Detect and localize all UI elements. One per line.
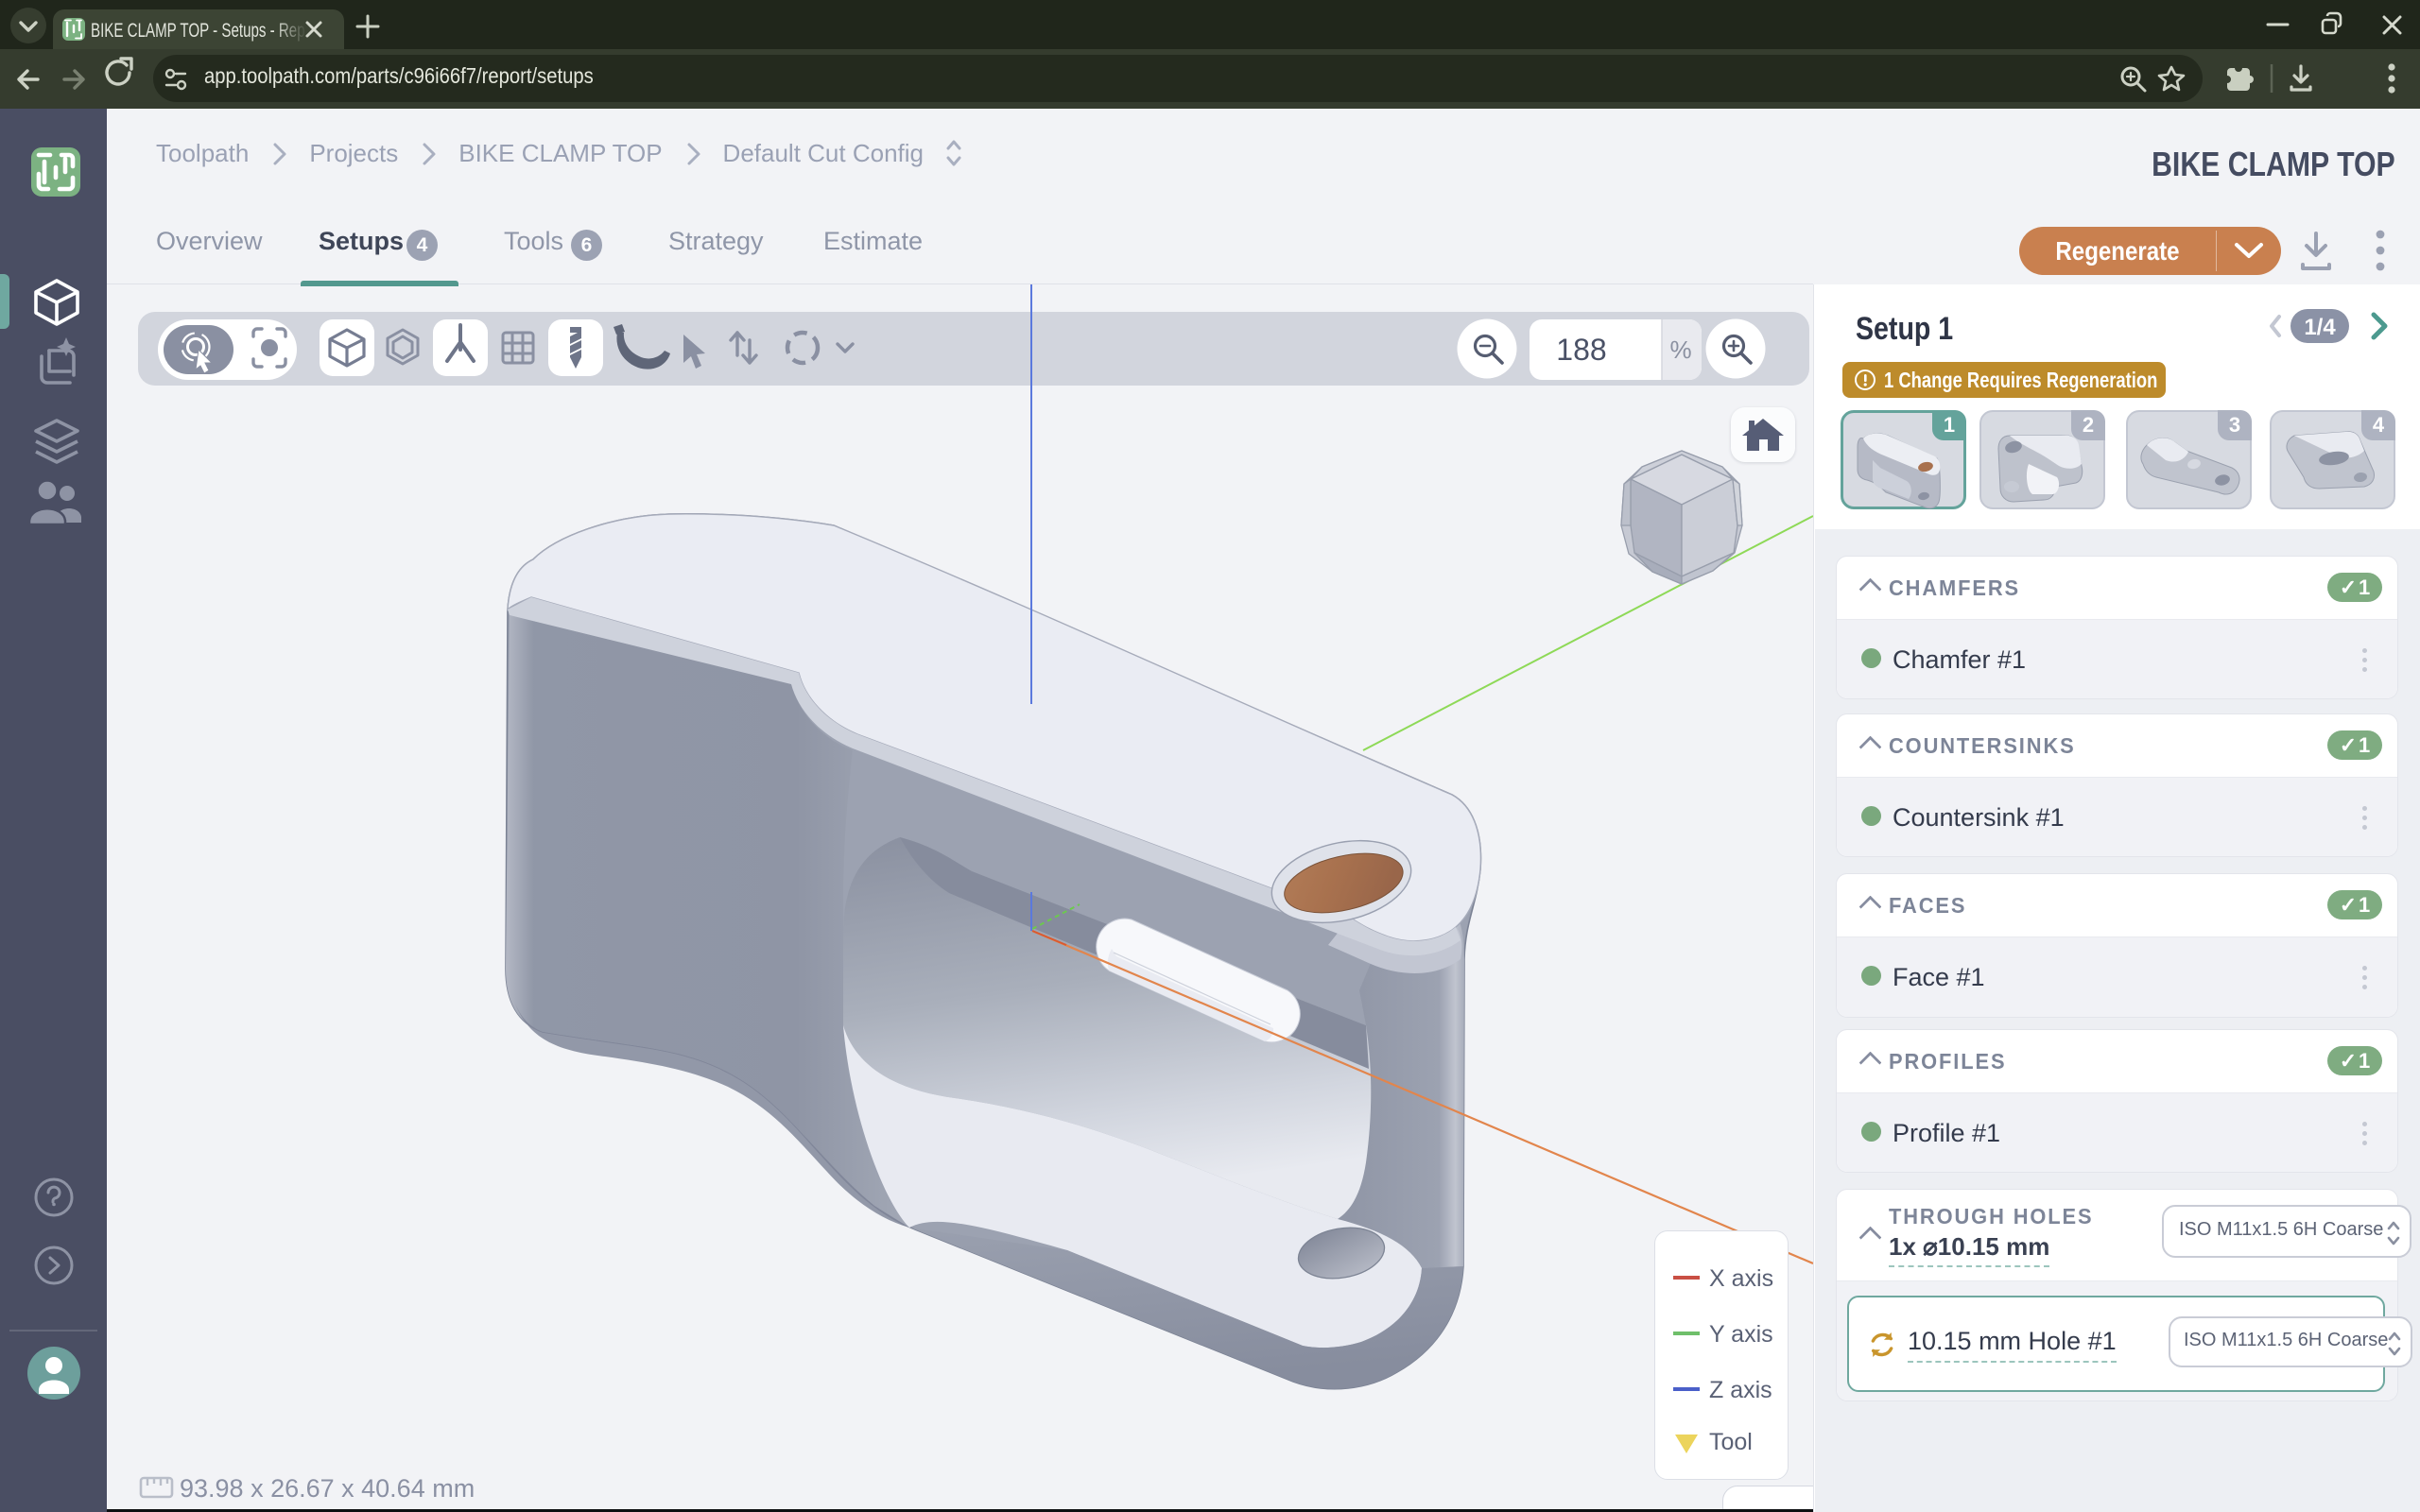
svg-text:Y axis: Y axis (1709, 1321, 1773, 1348)
svg-text:Z axis: Z axis (1709, 1377, 1772, 1403)
svg-text:X axis: X axis (1709, 1265, 1773, 1292)
svg-text:Tool: Tool (1709, 1429, 1753, 1455)
